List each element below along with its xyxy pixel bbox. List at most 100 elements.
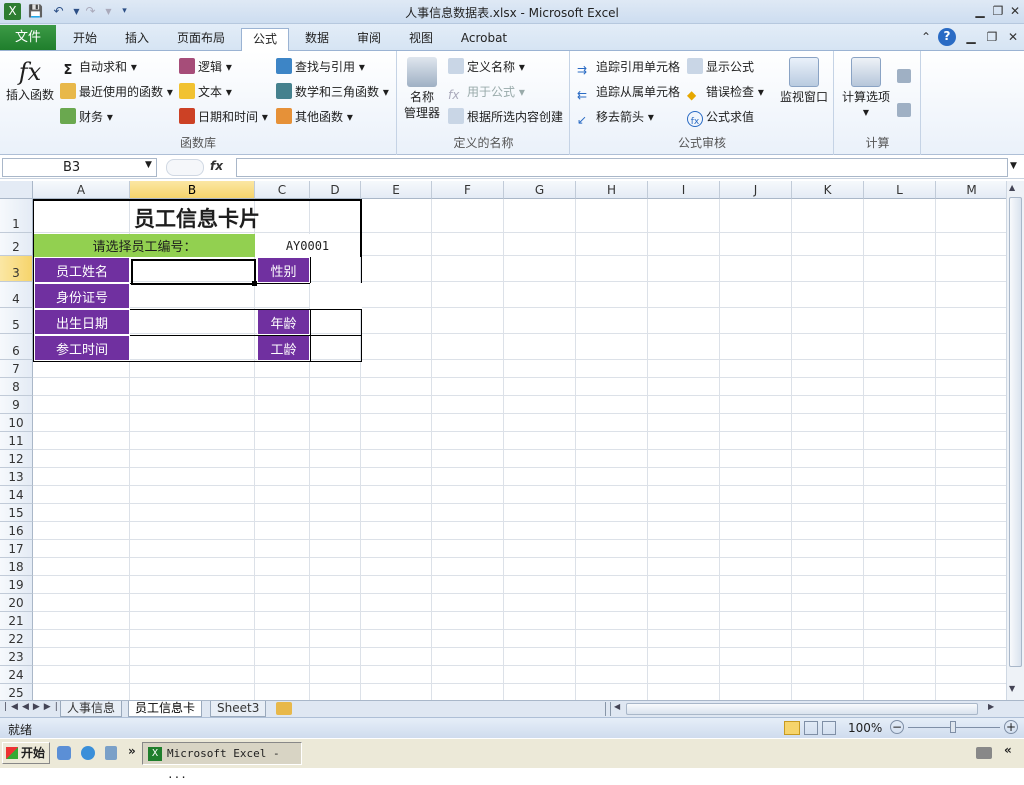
vertical-scrollbar[interactable]: ▲ ▼: [1006, 181, 1024, 700]
tab-view[interactable]: 视图: [399, 28, 443, 50]
scroll-down-icon[interactable]: ▼: [1009, 684, 1015, 693]
sheet-tab-sheet3[interactable]: Sheet3: [210, 701, 267, 717]
row-header-11[interactable]: 11: [0, 432, 33, 450]
row-header-15[interactable]: 15: [0, 504, 33, 522]
tab-insert[interactable]: 插入: [114, 28, 160, 50]
calculate-sheet-icon[interactable]: [897, 103, 911, 117]
horizontal-scroll-thumb[interactable]: [626, 703, 978, 715]
tab-file[interactable]: 文件: [0, 25, 56, 50]
calculate-now-icon[interactable]: [897, 69, 911, 83]
column-header-b[interactable]: B: [130, 181, 255, 199]
more-functions-button[interactable]: 其他函数 ▾: [276, 107, 353, 127]
watch-window-button[interactable]: 监视窗口: [777, 57, 831, 105]
insert-function-fx-icon[interactable]: fx: [210, 159, 223, 173]
column-header-h[interactable]: H: [576, 181, 648, 199]
create-from-selection-button[interactable]: 根据所选内容创建: [448, 107, 563, 127]
column-header-d[interactable]: D: [310, 181, 361, 199]
keyboard-tray-icon[interactable]: [976, 747, 992, 759]
column-header-m[interactable]: M: [936, 181, 1006, 199]
tab-home[interactable]: 开始: [62, 28, 108, 50]
help-icon[interactable]: ?: [938, 28, 956, 46]
close-icon[interactable]: ✕: [1007, 3, 1023, 19]
trace-precedents-button[interactable]: ⇉ 追踪引用单元格: [577, 57, 680, 77]
formula-input[interactable]: [236, 158, 1008, 177]
tab-acrobat[interactable]: Acrobat: [452, 28, 516, 50]
financial-button[interactable]: 财务 ▾: [60, 107, 113, 127]
select-all-corner[interactable]: [0, 181, 33, 199]
row-header-14[interactable]: 14: [0, 486, 33, 504]
tab-split-handle[interactable]: [605, 702, 611, 716]
quicklaunch-media-icon[interactable]: [105, 746, 117, 760]
recent-functions-button[interactable]: 最近使用的函数 ▾: [60, 82, 173, 102]
tab-data[interactable]: 数据: [295, 28, 339, 50]
row-header-7[interactable]: 7: [0, 360, 33, 378]
tray-expand-icon[interactable]: «: [1004, 743, 1012, 757]
column-header-j[interactable]: J: [720, 181, 792, 199]
row-header-4[interactable]: 4: [0, 282, 33, 308]
minimize-icon[interactable]: ▁: [972, 3, 988, 19]
collapse-ribbon-icon[interactable]: ⌃: [918, 29, 934, 45]
row-header-16[interactable]: 16: [0, 522, 33, 540]
formula-bar-splitter[interactable]: [166, 159, 204, 176]
zoom-level[interactable]: 100%: [848, 721, 882, 735]
wb-restore-icon[interactable]: ❐: [984, 29, 1000, 45]
show-formulas-button[interactable]: 显示公式: [687, 57, 754, 77]
quicklaunch-more-icon[interactable]: »: [128, 744, 136, 758]
scroll-up-icon[interactable]: ▲: [1009, 183, 1015, 192]
column-header-g[interactable]: G: [504, 181, 576, 199]
row-header-21[interactable]: 21: [0, 612, 33, 630]
row-header-1[interactable]: 1: [0, 199, 33, 233]
use-in-formula-button[interactable]: fx 用于公式 ▾: [448, 82, 525, 102]
tab-page-layout[interactable]: 页面布局: [168, 28, 234, 50]
row-header-12[interactable]: 12: [0, 450, 33, 468]
quicklaunch-ie-icon[interactable]: [81, 746, 95, 760]
trace-dependents-button[interactable]: ⇇ 追踪从属单元格: [577, 82, 680, 102]
evaluate-formula-button[interactable]: fx 公式求值: [687, 107, 754, 127]
normal-view-icon[interactable]: [784, 721, 800, 735]
row-header-19[interactable]: 19: [0, 576, 33, 594]
expand-formula-bar-icon[interactable]: ▼: [1010, 161, 1017, 171]
sheet-nav-arrows-icon[interactable]: |◀◀▶▶|: [4, 702, 62, 712]
insert-function-button[interactable]: fx 插入函数: [4, 57, 56, 103]
column-header-a[interactable]: A: [33, 181, 130, 199]
row-header-17[interactable]: 17: [0, 540, 33, 558]
zoom-in-icon[interactable]: +: [1004, 720, 1018, 734]
row-header-5[interactable]: 5: [0, 308, 33, 334]
row-header-6[interactable]: 6: [0, 334, 33, 360]
row-header-18[interactable]: 18: [0, 558, 33, 576]
row-header-25[interactable]: 25: [0, 684, 33, 700]
row-header-9[interactable]: 9: [0, 396, 33, 414]
date-time-button[interactable]: 日期和时间 ▾: [179, 107, 268, 127]
tab-formulas[interactable]: 公式: [241, 28, 289, 52]
column-header-c[interactable]: C: [255, 181, 310, 199]
name-box[interactable]: B3: [2, 158, 157, 177]
row-header-8[interactable]: 8: [0, 378, 33, 396]
row-header-24[interactable]: 24: [0, 666, 33, 684]
quicklaunch-desktop-icon[interactable]: [57, 746, 71, 760]
scroll-left-icon[interactable]: ◀: [614, 702, 620, 711]
scroll-right-icon[interactable]: ▶: [988, 702, 994, 711]
row-header-13[interactable]: 13: [0, 468, 33, 486]
autosum-button[interactable]: Σ 自动求和 ▾: [60, 57, 137, 78]
employee-id-value[interactable]: AY0001: [255, 234, 361, 257]
error-checking-button[interactable]: ◆ 错误检查 ▾: [687, 82, 764, 102]
row-header-10[interactable]: 10: [0, 414, 33, 432]
row-header-2[interactable]: 2: [0, 233, 33, 256]
logical-button[interactable]: 逻辑 ▾: [179, 57, 232, 77]
sheet-tab-personnel[interactable]: 人事信息: [60, 701, 123, 717]
vertical-scroll-thumb[interactable]: [1009, 197, 1022, 667]
text-button[interactable]: 文本 ▾: [179, 82, 232, 102]
column-header-e[interactable]: E: [361, 181, 432, 199]
wb-close-icon[interactable]: ✕: [1005, 29, 1021, 45]
worksheet-grid[interactable]: ABCDEFGHIJKLM 1 2 3 4 5 6 7 8 9 10 11 12 13 14 15 16 17 1…: [0, 181, 1006, 700]
lookup-reference-button[interactable]: 查找与引用 ▾: [276, 57, 365, 77]
row-header-23[interactable]: 23: [0, 648, 33, 666]
row-header-3[interactable]: 3: [0, 256, 33, 282]
taskbar-excel-button[interactable]: X Microsoft Excel - ...: [142, 742, 302, 781]
zoom-out-icon[interactable]: −: [890, 720, 904, 734]
row-header-20[interactable]: 20: [0, 594, 33, 612]
name-box-dropdown-icon[interactable]: ▼: [145, 160, 152, 170]
zoom-slider-thumb[interactable]: [950, 721, 956, 733]
insert-sheet-icon[interactable]: [276, 702, 292, 715]
start-button[interactable]: 开始: [2, 742, 50, 764]
